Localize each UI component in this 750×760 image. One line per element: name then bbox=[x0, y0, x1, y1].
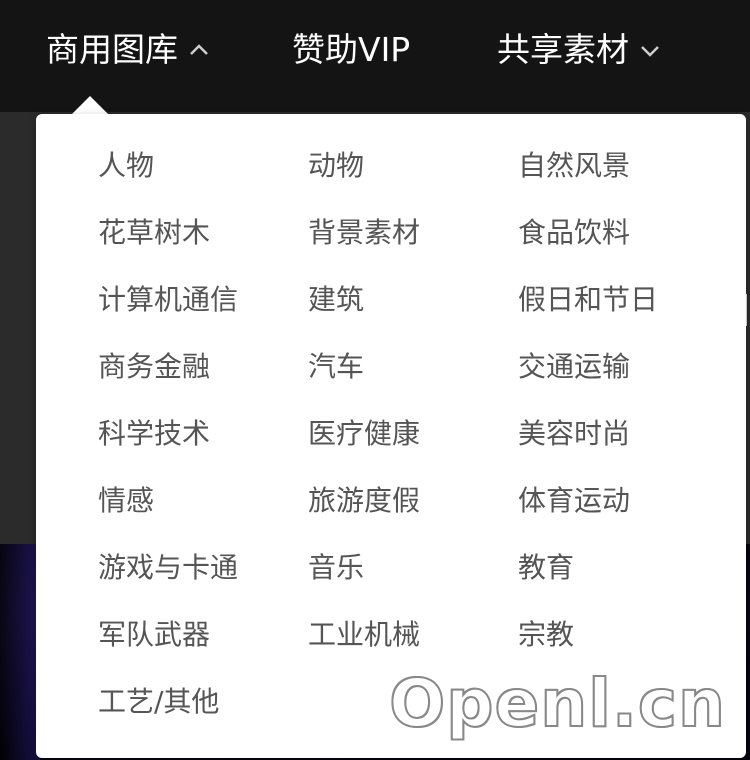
nav-label: 赞助VIP bbox=[292, 30, 411, 69]
category-grid: 人物 动物 自然风景 花草树木 背景素材 食品饮料 计算机通信 建筑 假日和节日… bbox=[98, 144, 728, 747]
watermark-logo: Openl.cn bbox=[388, 664, 726, 743]
category-link[interactable]: 情感 bbox=[98, 479, 308, 546]
category-link[interactable]: 建筑 bbox=[308, 278, 518, 345]
category-link[interactable]: 科学技术 bbox=[98, 412, 308, 479]
category-link[interactable]: 背景素材 bbox=[308, 211, 518, 278]
top-navigation-bar: 商用图库 赞助VIP 共享素材 bbox=[0, 0, 750, 112]
nav-item-shared-materials[interactable]: 共享素材 bbox=[497, 26, 661, 74]
category-link[interactable]: 汽车 bbox=[308, 345, 518, 412]
category-link[interactable]: 军队武器 bbox=[98, 613, 308, 680]
category-dropdown-menu: 人物 动物 自然风景 花草树木 背景素材 食品饮料 计算机通信 建筑 假日和节日… bbox=[36, 114, 746, 758]
category-link[interactable]: 计算机通信 bbox=[98, 278, 308, 345]
category-link[interactable]: 游戏与卡通 bbox=[98, 546, 308, 613]
nav-item-sponsor-vip[interactable]: 赞助VIP bbox=[292, 26, 410, 74]
category-link[interactable]: 医疗健康 bbox=[308, 412, 518, 479]
category-link[interactable]: 旅游度假 bbox=[308, 479, 518, 546]
category-link[interactable]: 动物 bbox=[308, 144, 518, 211]
chevron-up-icon bbox=[190, 44, 208, 55]
category-link[interactable]: 食品饮料 bbox=[518, 211, 728, 278]
category-link[interactable]: 美容时尚 bbox=[518, 412, 728, 479]
nav-item-commercial-gallery[interactable]: 商用图库 bbox=[46, 26, 210, 74]
category-link[interactable]: 音乐 bbox=[308, 546, 518, 613]
category-link[interactable]: 体育运动 bbox=[518, 479, 728, 546]
category-link[interactable]: 人物 bbox=[98, 144, 308, 211]
category-link[interactable]: 交通运输 bbox=[518, 345, 728, 412]
category-link[interactable]: 自然风景 bbox=[518, 144, 728, 211]
chevron-down-icon bbox=[641, 46, 659, 57]
category-link[interactable]: 教育 bbox=[518, 546, 728, 613]
nav-label: 商用图库 bbox=[46, 30, 178, 69]
category-link[interactable]: 花草树木 bbox=[98, 211, 308, 278]
category-link[interactable]: 商务金融 bbox=[98, 345, 308, 412]
dropdown-pointer bbox=[72, 96, 108, 114]
nav-label: 共享素材 bbox=[497, 30, 629, 69]
category-link[interactable]: 假日和节日 bbox=[518, 278, 728, 345]
category-link[interactable]: 工艺/其他 bbox=[98, 680, 308, 747]
